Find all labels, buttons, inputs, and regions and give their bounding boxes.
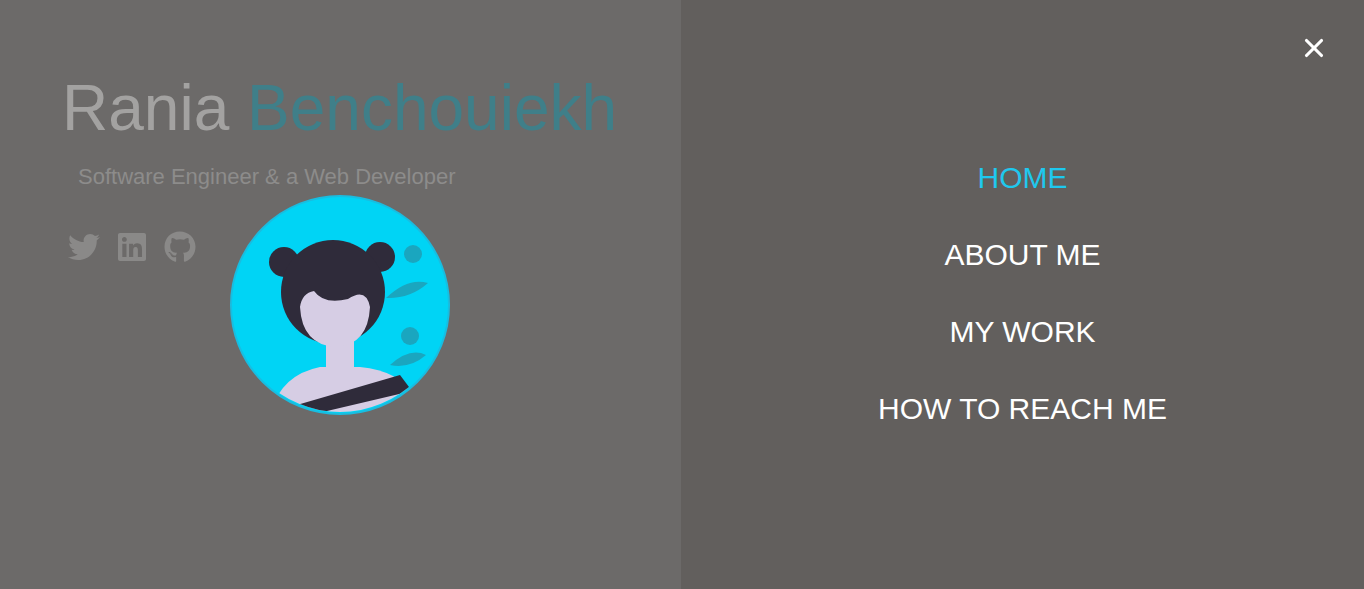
page: Rania Benchouiekh Software Engineer & a W…	[0, 0, 1364, 589]
last-name: Benchouiekh	[247, 72, 617, 144]
menu-panel: HOME ABOUT ME MY WORK HOW TO REACH ME	[681, 0, 1364, 589]
github-icon	[164, 231, 196, 263]
close-icon	[1299, 33, 1329, 63]
menu-item[interactable]: ABOUT ME	[944, 237, 1100, 273]
menu-item[interactable]: HOW TO REACH ME	[878, 391, 1167, 427]
first-name: Rania	[62, 72, 229, 144]
avatar-icon	[230, 195, 450, 415]
menu-item[interactable]: MY WORK	[949, 314, 1095, 350]
github-link[interactable]	[164, 231, 196, 263]
hero-name: Rania Benchouiekh	[62, 71, 681, 145]
hero: Rania Benchouiekh Software Engineer & a W…	[0, 0, 681, 589]
twitter-icon	[68, 231, 100, 263]
menu-item[interactable]: HOME	[978, 160, 1068, 196]
hero-tagline: Software Engineer & a Web Developer	[78, 163, 681, 191]
twitter-link[interactable]	[68, 231, 100, 263]
close-button[interactable]	[1297, 31, 1331, 65]
linkedin-icon	[116, 231, 148, 263]
linkedin-link[interactable]	[116, 231, 148, 263]
